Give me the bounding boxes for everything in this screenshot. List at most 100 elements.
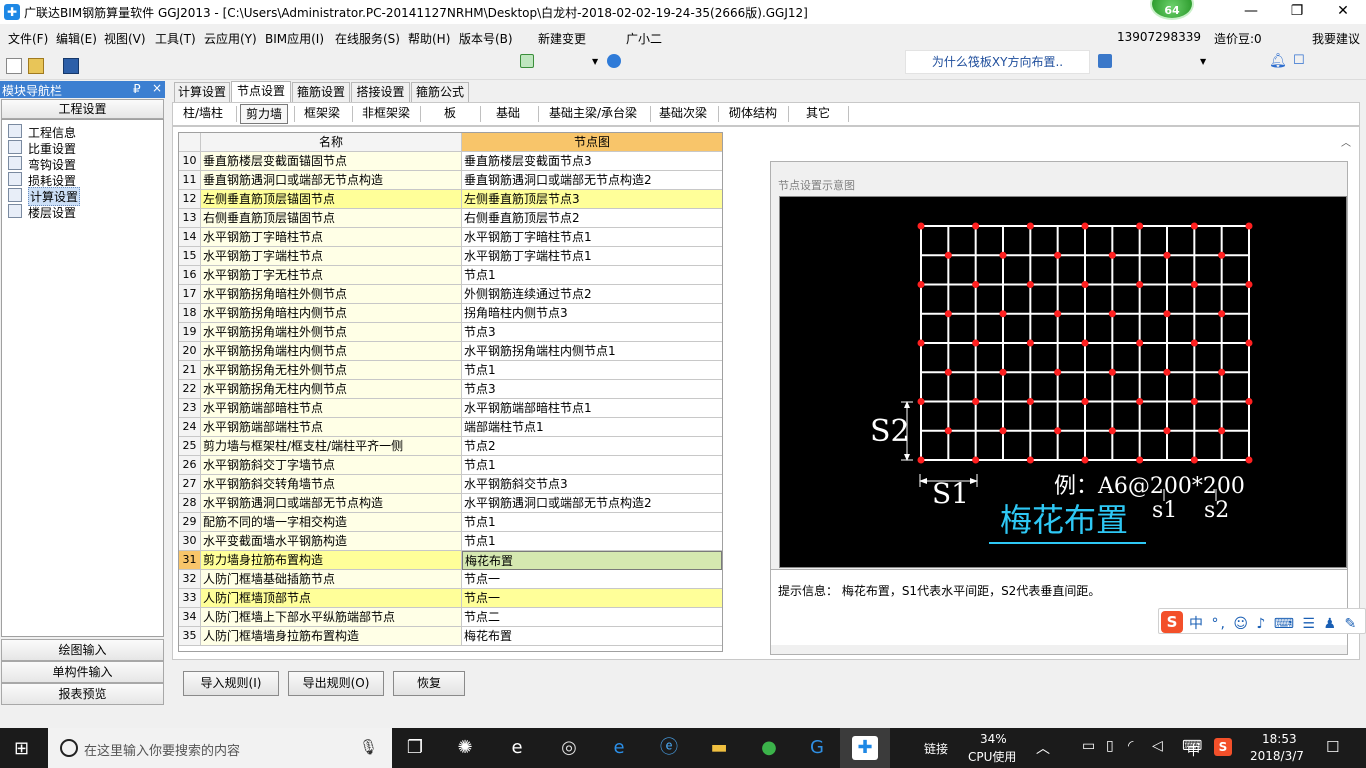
row-node-cell[interactable]: 水平钢筋丁字端柱节点1 xyxy=(462,247,722,266)
menu-tools[interactable]: 工具(T) xyxy=(155,30,196,47)
minimize-button[interactable]: — xyxy=(1228,0,1274,24)
row-node-cell[interactable]: 拐角暗柱内侧节点3 xyxy=(462,304,722,323)
row-name-cell[interactable]: 水平钢筋斜交转角墙节点 xyxy=(201,475,462,494)
menu-help[interactable]: 帮助(H) xyxy=(408,30,450,47)
save-icon[interactable] xyxy=(63,58,79,74)
row-name-cell[interactable]: 垂直钢筋遇洞口或端部无节点构造 xyxy=(201,171,462,190)
new-file-icon[interactable] xyxy=(6,58,22,74)
row-name-cell[interactable]: 水平钢筋端部端柱节点 xyxy=(201,418,462,437)
table-row[interactable]: 21 水平钢筋拐角无柱外侧节点 节点1 xyxy=(179,361,722,380)
tab-stirrup-settings[interactable]: 箍筋设置 xyxy=(292,82,350,102)
row-node-cell[interactable]: 垂直筋楼层变截面节点3 xyxy=(462,152,722,171)
task-view-icon[interactable]: ❐ xyxy=(402,736,428,760)
edge-icon[interactable]: e xyxy=(606,736,632,760)
tab-calc-settings[interactable]: 计算设置 xyxy=(174,82,230,102)
row-name-cell[interactable]: 配筋不同的墙一字相交构造 xyxy=(201,513,462,532)
wifi-icon[interactable]: ◜ xyxy=(1128,738,1133,754)
row-name-cell[interactable]: 左侧垂直筋顶层锚固节点 xyxy=(201,190,462,209)
row-node-cell[interactable]: 节点1 xyxy=(462,532,722,551)
row-node-cell[interactable]: 水平钢筋斜交节点3 xyxy=(462,475,722,494)
row-node-cell[interactable]: 节点二 xyxy=(462,608,722,627)
row-name-cell[interactable]: 水平钢筋拐角无柱内侧节点 xyxy=(201,380,462,399)
table-row[interactable]: 30 水平变截面墙水平钢筋构造 节点1 xyxy=(179,532,722,551)
row-name-cell[interactable]: 人防门框墙上下部水平纵筋端部节点 xyxy=(201,608,462,627)
tab-stirrup-formula[interactable]: 箍筋公式 xyxy=(411,82,469,102)
ime-toolbar[interactable]: S 中 °, ☺ ♪ ⌨ ☰ ♟ ✎ xyxy=(1158,608,1366,634)
menu-online[interactable]: 在线服务(S) xyxy=(335,30,400,47)
row-name-cell[interactable]: 水平变截面墙水平钢筋构造 xyxy=(201,532,462,551)
row-name-cell[interactable]: 水平钢筋拐角暗柱内侧节点 xyxy=(201,304,462,323)
header-node[interactable]: 节点图 xyxy=(462,133,722,152)
row-name-cell[interactable]: 水平钢筋遇洞口或端部无节点构造 xyxy=(201,494,462,513)
table-row[interactable]: 13 右侧垂直筋顶层锚固节点 右侧垂直筋顶层节点2 xyxy=(179,209,722,228)
row-node-cell[interactable]: 节点1 xyxy=(462,456,722,475)
suggest-link[interactable]: 我要建议 xyxy=(1312,30,1360,47)
chevron-up-icon[interactable]: ︿ xyxy=(1036,738,1050,758)
row-node-cell[interactable]: 节点1 xyxy=(462,361,722,380)
windows-start-icon[interactable]: ⊞ xyxy=(14,738,29,759)
table-row[interactable]: 20 水平钢筋拐角端柱内侧节点 水平钢筋拐角端柱内侧节点1 xyxy=(179,342,722,361)
subtab-other[interactable]: 其它 xyxy=(792,104,844,124)
subtab-foundation[interactable]: 基础 xyxy=(484,104,532,124)
volume-icon[interactable]: ◁ xyxy=(1152,738,1163,754)
table-row[interactable]: 12 左侧垂直筋顶层锚固节点 左侧垂直筋顶层节点3 xyxy=(179,190,722,209)
maximize-button[interactable]: ❐ xyxy=(1274,0,1320,24)
row-node-cell[interactable]: 节点一 xyxy=(462,570,722,589)
row-name-cell[interactable]: 水平钢筋拐角端柱内侧节点 xyxy=(201,342,462,361)
subtab-column[interactable]: 柱/墙柱 xyxy=(176,104,230,124)
table-row[interactable]: 22 水平钢筋拐角无柱内侧节点 节点3 xyxy=(179,380,722,399)
tab-node-settings[interactable]: 节点设置 xyxy=(231,81,291,103)
table-row[interactable]: 15 水平钢筋丁字端柱节点 水平钢筋丁字端柱节点1 xyxy=(179,247,722,266)
row-name-cell[interactable]: 水平钢筋丁字端柱节点 xyxy=(201,247,462,266)
row-node-cell[interactable]: 水平钢筋端部暗柱节点1 xyxy=(462,399,722,418)
restore-button[interactable]: 恢复 xyxy=(393,671,465,696)
sogou-tray-icon[interactable]: S xyxy=(1214,738,1232,756)
subtab-shear-wall[interactable]: 剪力墙 xyxy=(240,104,288,124)
browser-icon[interactable]: ◎ xyxy=(556,736,582,760)
row-node-cell[interactable]: 垂直钢筋遇洞口或端部无节点构造2 xyxy=(462,171,722,190)
row-name-cell[interactable]: 水平钢筋拐角无柱外侧节点 xyxy=(201,361,462,380)
open-folder-icon[interactable] xyxy=(28,58,44,74)
table-row[interactable]: 32 人防门框墙基础插筋节点 节点一 xyxy=(179,570,722,589)
row-node-cell[interactable]: 右侧垂直筋顶层节点2 xyxy=(462,209,722,228)
row-name-cell[interactable]: 人防门框墙墙身拉筋布置构造 xyxy=(201,627,462,646)
menu-bim[interactable]: BIM应用(I) xyxy=(265,30,324,47)
row-node-cell[interactable]: 水平钢筋遇洞口或端部无节点构造2 xyxy=(462,494,722,513)
nav-report-preview[interactable]: 报表预览 xyxy=(1,683,164,705)
table-row[interactable]: 28 水平钢筋遇洞口或端部无节点构造 水平钢筋遇洞口或端部无节点构造2 xyxy=(179,494,722,513)
table-row[interactable]: 31 剪力墙身拉筋布置构造 梅花布置 xyxy=(179,551,722,570)
row-node-cell[interactable]: 水平钢筋丁字暗柱节点1 xyxy=(462,228,722,247)
menu-view[interactable]: 视图(V) xyxy=(104,30,146,47)
fan-app-icon[interactable]: ✺ xyxy=(452,736,478,760)
menu-version[interactable]: 版本号(B) xyxy=(459,30,513,47)
table-row[interactable]: 25 剪力墙与框架柱/框支柱/端柱平齐一侧 节点2 xyxy=(179,437,722,456)
close-icon[interactable]: × xyxy=(152,81,162,95)
row-node-cell[interactable]: 节点2 xyxy=(462,437,722,456)
row-node-cell[interactable]: 梅花布置 xyxy=(462,627,722,646)
row-name-cell[interactable]: 右侧垂直筋顶层锚固节点 xyxy=(201,209,462,228)
glodon-active-icon[interactable]: ✚ xyxy=(852,736,878,760)
subtab-foundation-main-beam[interactable]: 基础主梁/承台梁 xyxy=(542,104,644,124)
project-settings-section[interactable]: 工程设置 xyxy=(1,99,164,119)
glodon-g-icon[interactable]: G xyxy=(804,736,830,760)
table-row[interactable]: 14 水平钢筋丁字暗柱节点 水平钢筋丁字暗柱节点1 xyxy=(179,228,722,247)
notification-center-icon[interactable]: ☐ xyxy=(1326,738,1339,756)
ie-blue-icon[interactable]: ⓔ xyxy=(656,736,682,760)
device-icon[interactable]: ▭ xyxy=(1082,738,1095,754)
ie-icon[interactable]: e xyxy=(504,736,530,760)
row-node-cell[interactable]: 外侧钢筋连续通过节点2 xyxy=(462,285,722,304)
table-row[interactable]: 27 水平钢筋斜交转角墙节点 水平钢筋斜交节点3 xyxy=(179,475,722,494)
table-row[interactable]: 10 垂直筋楼层变截面锚固节点 垂直筋楼层变截面节点3 xyxy=(179,152,722,171)
table-row[interactable]: 34 人防门框墙上下部水平纵筋端部节点 节点二 xyxy=(179,608,722,627)
row-name-cell[interactable]: 水平钢筋斜交丁字墙节点 xyxy=(201,456,462,475)
green-app-icon[interactable]: ● xyxy=(756,736,782,760)
notification-badge[interactable]: 64 xyxy=(1150,0,1194,20)
row-name-cell[interactable]: 人防门框墙顶部节点 xyxy=(201,589,462,608)
table-row[interactable]: 19 水平钢筋拐角端柱外侧节点 节点3 xyxy=(179,323,722,342)
row-name-cell[interactable]: 垂直筋楼层变截面锚固节点 xyxy=(201,152,462,171)
row-node-cell[interactable]: 左侧垂直筋顶层节点3 xyxy=(462,190,722,209)
nav-component-input[interactable]: 单构件输入 xyxy=(1,661,164,683)
table-row[interactable]: 18 水平钢筋拐角暗柱内侧节点 拐角暗柱内侧节点3 xyxy=(179,304,722,323)
close-button[interactable]: ✕ xyxy=(1320,0,1366,24)
subtab-foundation-secondary-beam[interactable]: 基础次梁 xyxy=(654,104,712,124)
